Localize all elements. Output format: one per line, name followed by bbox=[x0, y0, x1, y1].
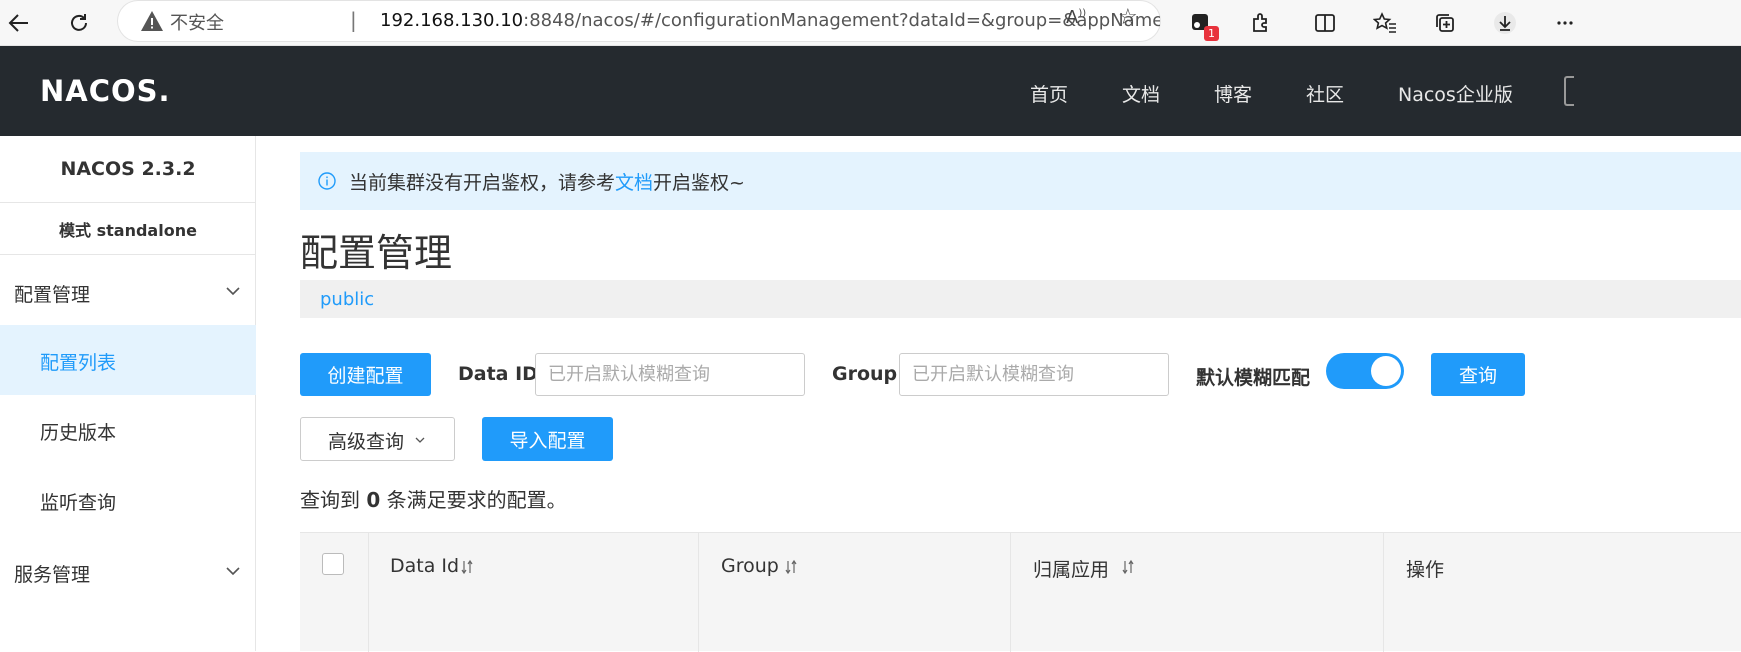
sidebar-item-label: 历史版本 bbox=[40, 422, 117, 444]
namespace-public[interactable]: public bbox=[320, 289, 374, 310]
page-title: 配置管理 bbox=[300, 231, 453, 275]
chevron-down-icon bbox=[415, 437, 425, 443]
nav-enterprise[interactable]: Nacos企业版 bbox=[1398, 80, 1513, 107]
favorite-star-icon[interactable]: ☆ bbox=[1118, 5, 1138, 30]
logo-text: NACOS. bbox=[40, 74, 171, 108]
column-label: Data Id bbox=[390, 555, 460, 577]
address-bar[interactable]: 不安全 | 192.168.130.10:8848/nacos/#/config… bbox=[118, 1, 1160, 41]
select-all-checkbox[interactable] bbox=[322, 553, 344, 575]
notice-doc-link[interactable]: 文档 bbox=[615, 172, 653, 194]
sidebar: NACOS 2.3.2 模式 standalone 配置管理 配置列表 历史版本… bbox=[0, 136, 256, 651]
favorites-icon[interactable] bbox=[1368, 6, 1402, 40]
notice-before: 当前集群没有开启鉴权，请参考 bbox=[349, 172, 616, 194]
sort-icon[interactable] bbox=[1122, 559, 1134, 575]
query-button[interactable]: 查询 bbox=[1431, 353, 1525, 396]
select-all-cell bbox=[300, 533, 369, 652]
result-count: 0 bbox=[366, 488, 381, 512]
dataid-label: Data ID bbox=[458, 363, 538, 385]
sort-icon[interactable] bbox=[461, 559, 473, 575]
sidebar-item-label: 配置列表 bbox=[40, 352, 117, 374]
sidebar-version: NACOS 2.3.2 bbox=[0, 136, 256, 203]
extension-icon[interactable]: 1 bbox=[1184, 6, 1219, 41]
sidebar-group-label: 服务管理 bbox=[14, 564, 91, 586]
browser-toolbar: 不安全 | 192.168.130.10:8848/nacos/#/config… bbox=[0, 0, 1741, 46]
top-navigation: NACOS. 首页 文档 博客 社区 Nacos企业版 bbox=[0, 46, 1741, 136]
create-config-button[interactable]: 创建配置 bbox=[300, 353, 431, 396]
result-suffix: 条满足要求的配置。 bbox=[386, 488, 567, 512]
address-separator: | bbox=[350, 8, 357, 32]
warning-icon[interactable] bbox=[140, 9, 164, 33]
extension-badge: 1 bbox=[1204, 26, 1219, 41]
nav-home[interactable]: 首页 bbox=[1030, 80, 1068, 107]
sidebar-group-label: 配置管理 bbox=[14, 284, 91, 306]
nav-docs[interactable]: 文档 bbox=[1122, 80, 1160, 107]
fuzzy-match-toggle[interactable] bbox=[1326, 353, 1404, 389]
language-switch[interactable] bbox=[1564, 76, 1574, 106]
insecure-label: 不安全 bbox=[170, 13, 224, 34]
chevron-down-icon bbox=[226, 287, 240, 296]
sidebar-mode: 模式 standalone bbox=[0, 203, 256, 255]
notice-after: 开启鉴权~ bbox=[653, 172, 745, 194]
sort-icon[interactable] bbox=[785, 559, 797, 575]
downloads-icon[interactable] bbox=[1488, 6, 1522, 40]
config-table-header: Data Id Group 归属应用 操作 bbox=[300, 532, 1741, 652]
advanced-query-button[interactable]: 高级查询 bbox=[300, 417, 455, 461]
url-host: 192.168.130.10 bbox=[380, 10, 524, 31]
namespace-bar: public bbox=[300, 280, 1741, 318]
fuzzy-match-label: 默认模糊匹配 bbox=[1196, 367, 1311, 389]
toggle-knob bbox=[1371, 356, 1401, 386]
back-icon[interactable] bbox=[2, 6, 36, 40]
sidebar-group-service[interactable]: 服务管理 bbox=[0, 540, 256, 604]
group-label: Group bbox=[832, 363, 898, 385]
sidebar-item-label: 监听查询 bbox=[40, 492, 117, 514]
puzzle-icon[interactable] bbox=[1244, 6, 1278, 40]
import-config-button[interactable]: 导入配置 bbox=[482, 417, 613, 461]
url-text[interactable]: 192.168.130.10:8848/nacos/#/configuratio… bbox=[380, 10, 1160, 31]
read-aloud-icon[interactable]: A)) bbox=[1066, 7, 1086, 28]
sidebar-item-config-list[interactable]: 配置列表 bbox=[0, 325, 256, 395]
sidebar-item-history[interactable]: 历史版本 bbox=[0, 395, 256, 465]
chevron-down-icon bbox=[226, 567, 240, 576]
more-icon[interactable] bbox=[1548, 6, 1582, 40]
column-label: Group bbox=[721, 555, 779, 577]
column-app[interactable]: 归属应用 bbox=[1011, 533, 1384, 652]
dataid-input[interactable] bbox=[535, 353, 805, 396]
sidebar-group-config[interactable]: 配置管理 bbox=[0, 260, 256, 324]
result-summary: 查询到 0 条满足要求的配置。 bbox=[300, 484, 567, 513]
advanced-query-label: 高级查询 bbox=[328, 431, 405, 453]
nav-community[interactable]: 社区 bbox=[1306, 80, 1344, 107]
refresh-icon[interactable] bbox=[62, 6, 96, 40]
split-screen-icon[interactable] bbox=[1308, 6, 1342, 40]
nacos-logo[interactable]: NACOS. bbox=[40, 74, 172, 108]
group-input[interactable] bbox=[899, 353, 1169, 396]
result-prefix: 查询到 bbox=[300, 488, 360, 512]
column-dataid[interactable]: Data Id bbox=[369, 533, 699, 652]
auth-notice: 当前集群没有开启鉴权，请参考文档开启鉴权~ bbox=[300, 152, 1741, 210]
column-label: 操作 bbox=[1406, 559, 1445, 581]
column-label: 归属应用 bbox=[1033, 559, 1110, 581]
column-actions: 操作 bbox=[1384, 533, 1741, 652]
info-icon bbox=[318, 172, 336, 190]
nav-blog[interactable]: 博客 bbox=[1214, 80, 1252, 107]
url-path: :8848/nacos/#/configurationManagement?da… bbox=[523, 10, 1160, 31]
column-group[interactable]: Group bbox=[699, 533, 1011, 652]
notice-text: 当前集群没有开启鉴权，请参考文档开启鉴权~ bbox=[349, 168, 745, 195]
sidebar-item-listeners[interactable]: 监听查询 bbox=[0, 465, 256, 535]
collections-icon[interactable] bbox=[1428, 6, 1462, 40]
